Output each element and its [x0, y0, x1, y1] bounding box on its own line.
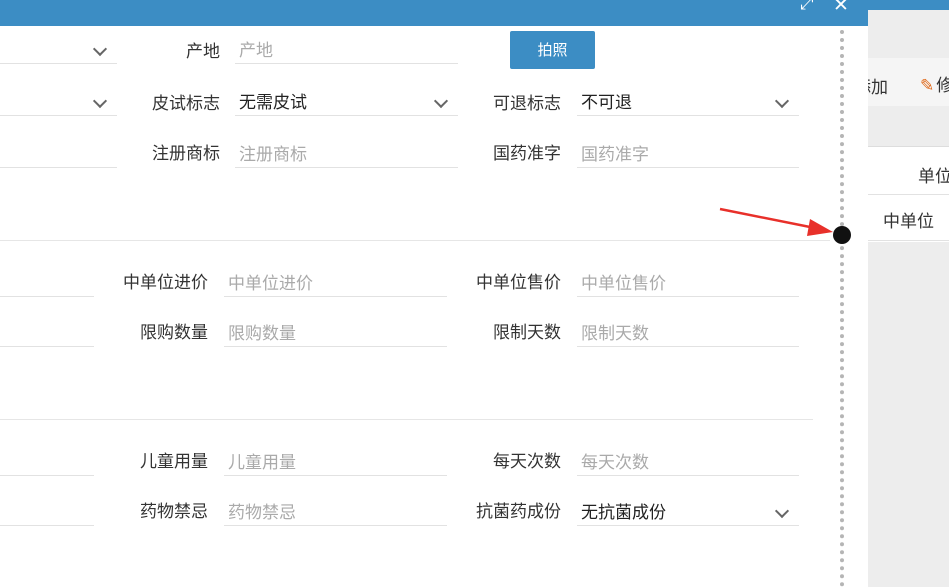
- left-input-3[interactable]: [0, 135, 117, 168]
- left-input-4[interactable]: [0, 264, 94, 297]
- background-titlebar: [868, 0, 949, 10]
- origin-input[interactable]: 产地: [235, 31, 458, 64]
- mid-purchase-input[interactable]: 中单位进价: [224, 264, 447, 297]
- mid-sale-input[interactable]: 中单位售价: [577, 264, 799, 297]
- skin-test-label: 皮试标志: [152, 94, 220, 114]
- contraindication-label: 药物禁忌: [140, 502, 208, 522]
- contraindication-placeholder: 药物禁忌: [228, 503, 296, 523]
- section-divider: [0, 419, 813, 420]
- edit-button-label: 修: [936, 76, 949, 96]
- chevron-down-icon: [433, 93, 449, 109]
- limit-days-placeholder: 限制天数: [581, 324, 649, 344]
- contraindication-input[interactable]: 药物禁忌: [224, 493, 447, 526]
- antibacterial-value: 无抗菌成份: [581, 503, 666, 523]
- mid-sale-label: 中单位售价: [476, 273, 561, 293]
- close-icon[interactable]: ✕: [833, 0, 849, 16]
- child-dose-input[interactable]: 儿童用量: [224, 443, 447, 476]
- daily-times-label: 每天次数: [493, 452, 561, 472]
- chevron-down-icon: [92, 41, 108, 57]
- origin-label: 产地: [186, 42, 220, 62]
- returnable-value: 不可退: [581, 93, 632, 113]
- table-header-unit: 单位: [918, 167, 949, 187]
- skin-test-value: 无需皮试: [239, 93, 307, 113]
- table-divider: [868, 240, 949, 241]
- child-dose-placeholder: 儿童用量: [228, 453, 296, 473]
- left-input-7[interactable]: [0, 493, 94, 526]
- limit-qty-input[interactable]: 限购数量: [224, 314, 447, 347]
- daily-times-placeholder: 每天次数: [581, 453, 649, 473]
- limit-days-input[interactable]: 限制天数: [577, 314, 799, 347]
- table-divider: [868, 194, 949, 195]
- child-dose-label: 儿童用量: [140, 452, 208, 472]
- skin-test-select[interactable]: 无需皮试: [235, 83, 458, 116]
- limit-days-label: 限制天数: [493, 323, 561, 343]
- trademark-label: 注册商标: [152, 144, 220, 164]
- chevron-down-icon: [774, 503, 790, 519]
- dialog-titlebar: ⤢ ✕: [0, 0, 868, 26]
- add-button[interactable]: 添加: [854, 73, 888, 98]
- pencil-icon: ✎: [920, 76, 935, 96]
- drug-edit-dialog: ⤢ ✕ 产地 产地 拍照 皮试标志 无需皮试 可退标志 不可退 注册商标 注册商…: [0, 0, 868, 587]
- daily-times-input[interactable]: 每天次数: [577, 443, 799, 476]
- mid-purchase-placeholder: 中单位进价: [228, 274, 313, 294]
- trademark-placeholder: 注册商标: [239, 145, 307, 165]
- left-select-1[interactable]: [0, 31, 117, 64]
- approval-input[interactable]: 国药准字: [577, 135, 799, 168]
- approval-placeholder: 国药准字: [581, 145, 649, 165]
- mid-purchase-label: 中单位进价: [123, 273, 208, 293]
- resize-guide-line: [840, 30, 844, 587]
- chevron-down-icon: [92, 93, 108, 109]
- resize-handle[interactable]: [833, 226, 851, 244]
- origin-placeholder: 产地: [239, 41, 273, 61]
- left-input-6[interactable]: [0, 443, 94, 476]
- chevron-down-icon: [774, 93, 790, 109]
- edit-button[interactable]: ✎ 修: [920, 71, 949, 96]
- approval-label: 国药准字: [493, 144, 561, 164]
- returnable-label: 可退标志: [493, 94, 561, 114]
- photo-button[interactable]: 拍照: [510, 31, 595, 69]
- left-select-2[interactable]: [0, 83, 117, 116]
- annotation-arrow-icon: [719, 207, 833, 236]
- returnable-select[interactable]: 不可退: [577, 83, 799, 116]
- section-divider: [0, 240, 830, 241]
- antibacterial-label: 抗菌药成份: [476, 502, 561, 522]
- trademark-input[interactable]: 注册商标: [235, 135, 458, 168]
- mid-sale-placeholder: 中单位售价: [581, 274, 666, 294]
- antibacterial-select[interactable]: 无抗菌成份: [577, 493, 799, 526]
- expand-icon[interactable]: ⤢: [800, 0, 814, 14]
- limit-qty-placeholder: 限购数量: [228, 324, 296, 344]
- table-cell-mid-unit[interactable]: 中单位: [883, 207, 934, 232]
- left-input-5[interactable]: [0, 314, 94, 347]
- limit-qty-label: 限购数量: [140, 323, 208, 343]
